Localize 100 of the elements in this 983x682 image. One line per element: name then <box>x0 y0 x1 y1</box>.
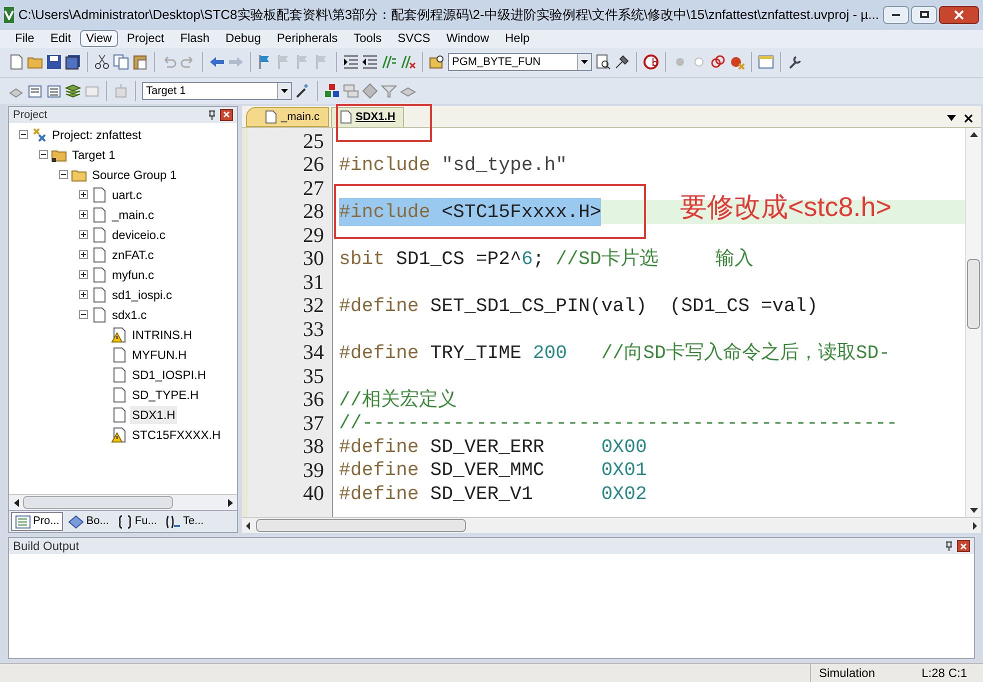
panel-tab[interactable]: Bo... <box>65 512 112 532</box>
scroll-thumb[interactable] <box>256 519 466 532</box>
tree-item[interactable]: _main.c <box>110 206 156 224</box>
uncomment-icon[interactable] <box>400 54 416 70</box>
menu-item[interactable]: Flash <box>173 30 217 48</box>
search-icon[interactable] <box>595 54 611 70</box>
save-all-icon[interactable] <box>65 54 81 70</box>
rebuild-icon[interactable] <box>46 82 62 99</box>
clipboard-icon[interactable] <box>132 54 148 70</box>
collapse-icon[interactable] <box>59 170 68 180</box>
tree-item[interactable]: SD1_IOSPI.H <box>130 366 208 384</box>
dropdown-icon[interactable] <box>581 60 588 64</box>
tree-item[interactable]: STC15FXXXX.H <box>130 426 223 444</box>
pin-icon[interactable] <box>945 541 953 552</box>
panel-tab[interactable]: Fu... <box>114 512 160 532</box>
tree-item[interactable]: Target 1 <box>70 146 118 164</box>
close-button[interactable] <box>220 108 233 121</box>
scissors-icon[interactable] <box>94 54 110 70</box>
expand-icon[interactable] <box>79 270 88 280</box>
tree-item[interactable]: Source Group 1 <box>90 166 179 184</box>
scroll-thumb[interactable] <box>23 496 173 510</box>
line-number: 36 <box>302 388 325 412</box>
tree-item[interactable]: uart.c <box>110 186 144 204</box>
build-icon[interactable] <box>27 82 43 99</box>
window-icon[interactable] <box>758 54 774 70</box>
tree-item[interactable]: Project: znfattest <box>50 126 144 144</box>
scroll-thumb[interactable] <box>967 258 980 329</box>
menu-item[interactable]: View <box>80 30 118 48</box>
expand-icon[interactable] <box>79 290 88 300</box>
stack-icon[interactable] <box>65 82 81 99</box>
function-combo[interactable]: PGM_BYTE_FUN <box>448 53 592 72</box>
target-combo[interactable]: Target 1 <box>142 82 292 100</box>
editor-tab[interactable]: _main.c <box>246 106 329 127</box>
expand-icon[interactable] <box>79 250 88 260</box>
find-in-files-icon[interactable] <box>429 54 445 70</box>
document-icon <box>91 226 107 243</box>
document-icon <box>340 110 352 124</box>
line-number: 26 <box>302 153 325 177</box>
stop-breakpoints-icon[interactable] <box>729 54 745 70</box>
code-token: TRY_TIME <box>429 340 522 366</box>
menu-item[interactable]: File <box>8 30 42 48</box>
stacked-windows-icon[interactable] <box>343 82 359 99</box>
panel-title: Project <box>13 108 48 123</box>
tools-icon[interactable] <box>614 54 630 70</box>
panel-tab[interactable]: Pro... <box>11 512 64 532</box>
funnel-icon[interactable] <box>381 82 397 99</box>
tree-item[interactable]: deviceio.c <box>110 226 168 244</box>
close-icon[interactable] <box>964 114 973 123</box>
outdent-icon[interactable] <box>362 54 378 70</box>
panel-tab[interactable]: Te... <box>162 512 207 532</box>
tree-item[interactable]: INTRINS.H <box>130 326 194 344</box>
menu-item[interactable]: Tools <box>346 30 389 48</box>
scroll-down-icon[interactable] <box>970 508 978 514</box>
dropdown-icon[interactable] <box>281 88 288 93</box>
collapse-icon[interactable] <box>19 130 28 140</box>
close-button[interactable] <box>939 6 979 24</box>
tree-item[interactable]: myfun.c <box>110 266 156 284</box>
expand-icon[interactable] <box>79 230 88 240</box>
close-button[interactable] <box>957 540 970 552</box>
components-icon[interactable] <box>324 82 340 99</box>
line-number: 39 <box>302 458 325 482</box>
copy-icon[interactable] <box>113 54 129 70</box>
tree-item[interactable]: SD_TYPE.H <box>130 386 201 404</box>
menu-item[interactable]: Project <box>120 30 172 48</box>
code-token: //----------------------------------------------- <box>339 411 898 436</box>
menu-item[interactable]: Help <box>498 30 537 48</box>
tree-item[interactable]: sd1_iospi.c <box>110 286 174 304</box>
maximize-button[interactable] <box>911 6 937 24</box>
project-icon <box>15 514 31 530</box>
menu-item[interactable]: Debug <box>218 30 268 48</box>
save-icon[interactable] <box>46 54 62 70</box>
tree-item[interactable]: SDX1.H <box>130 406 178 424</box>
project-icon <box>31 126 47 143</box>
menu-item[interactable]: Edit <box>43 30 78 48</box>
rings-icon[interactable] <box>710 54 726 70</box>
pin-icon[interactable] <box>208 110 216 120</box>
code-token: sbit <box>339 246 385 272</box>
templates-icon <box>164 514 181 530</box>
collapse-icon[interactable] <box>39 150 48 160</box>
wrench-icon[interactable] <box>787 54 803 70</box>
annotation-text: 要修改成<stc8.h> <box>680 190 892 224</box>
menu-item[interactable]: Window <box>439 30 496 48</box>
menu-item[interactable]: SVCS <box>390 30 438 48</box>
diamond-icon[interactable] <box>362 82 378 99</box>
indent-icon[interactable] <box>343 54 359 70</box>
debug-icon[interactable] <box>643 54 659 70</box>
expand-icon[interactable] <box>79 190 88 200</box>
line-number: 38 <box>302 435 325 459</box>
minimize-button[interactable] <box>883 6 909 24</box>
magic-wand-icon[interactable] <box>295 82 311 99</box>
tree-item[interactable]: sdx1.c <box>110 306 149 324</box>
editor-tab[interactable]: SDX1.H <box>330 106 404 127</box>
menu-item[interactable]: Peripherals <box>270 30 345 48</box>
tree-item[interactable]: MYFUN.H <box>130 346 189 364</box>
document-icon[interactable] <box>8 54 24 70</box>
collapse-icon[interactable] <box>79 310 88 320</box>
tree-item[interactable]: znFAT.c <box>110 246 156 264</box>
scroll-up-icon[interactable] <box>970 132 978 137</box>
expand-icon[interactable] <box>79 210 88 220</box>
dropdown-icon[interactable] <box>947 115 956 122</box>
